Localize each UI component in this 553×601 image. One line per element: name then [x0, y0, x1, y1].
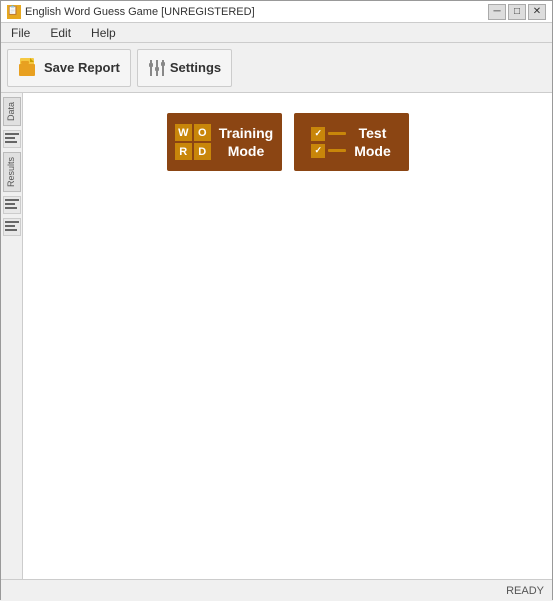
menu-bar: File Edit Help: [1, 23, 552, 43]
title-bar: 📋 English Word Guess Game [UNREGISTERED]…: [1, 1, 552, 23]
settings-label: Settings: [170, 60, 221, 75]
window-title: English Word Guess Game [UNREGISTERED]: [25, 6, 255, 18]
training-mode-label: Training Mode: [219, 124, 273, 160]
sidebar-data-tab[interactable]: Data: [3, 97, 21, 126]
word-icon: W O R D: [175, 124, 211, 160]
training-mode-button[interactable]: W O R D Training Mode: [167, 113, 282, 171]
content-area: W O R D Training Mode ✓: [23, 93, 552, 579]
test-mode-label: Test Mode: [354, 124, 391, 160]
save-report-label: Save Report: [44, 60, 120, 75]
save-icon: [18, 56, 40, 80]
status-text: READY: [506, 585, 544, 597]
menu-file[interactable]: File: [5, 24, 36, 42]
app-icon: 📋: [7, 5, 21, 19]
settings-icon: [148, 58, 166, 78]
close-button[interactable]: ✕: [528, 4, 546, 20]
sidebar: Data Results: [1, 93, 23, 579]
settings-button[interactable]: Settings: [137, 49, 232, 87]
toolbar: Save Report Settings: [1, 43, 552, 93]
menu-help[interactable]: Help: [85, 24, 122, 42]
sidebar-icon-1[interactable]: [3, 130, 21, 148]
sidebar-results-tab[interactable]: Results: [3, 152, 21, 192]
test-mode-button[interactable]: ✓ ✓ Test Mode: [294, 113, 409, 171]
main-layout: Data Results: [1, 93, 552, 579]
title-controls: ─ □ ✕: [488, 4, 546, 20]
check-icon: ✓ ✓: [311, 127, 346, 158]
save-report-button[interactable]: Save Report: [7, 49, 131, 87]
sidebar-icon-2[interactable]: [3, 196, 21, 214]
status-bar: READY: [1, 579, 552, 601]
minimize-button[interactable]: ─: [488, 4, 506, 20]
menu-edit[interactable]: Edit: [44, 24, 77, 42]
sidebar-icon-3[interactable]: [3, 218, 21, 236]
maximize-button[interactable]: □: [508, 4, 526, 20]
